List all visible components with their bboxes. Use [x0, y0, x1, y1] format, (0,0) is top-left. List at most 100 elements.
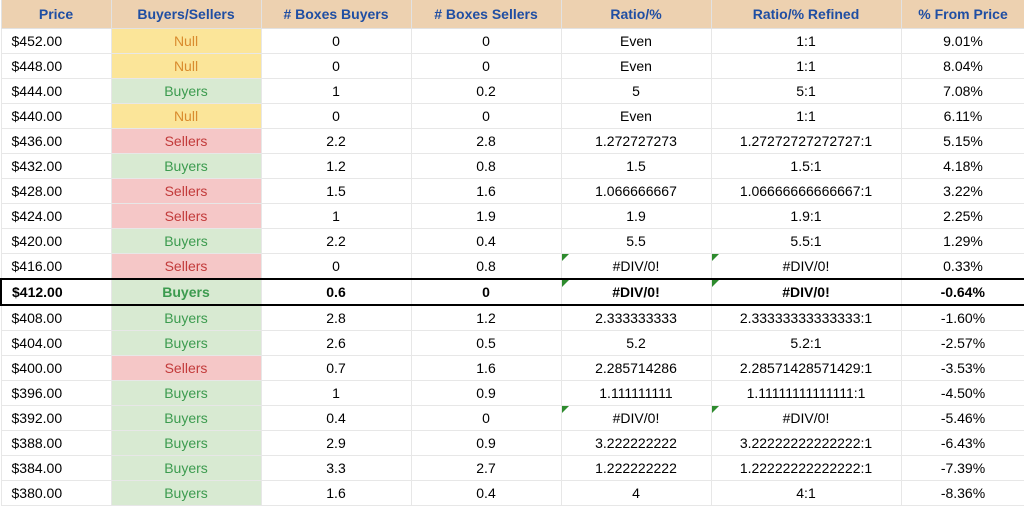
cell-boxes-sellers[interactable]: 1.2 — [411, 305, 561, 331]
cell-ratio-refined[interactable]: 4:1 — [711, 481, 901, 506]
cell-boxes-sellers[interactable]: 0 — [411, 406, 561, 431]
cell-buyers-sellers[interactable]: Sellers — [111, 254, 261, 280]
cell-buyers-sellers[interactable]: Buyers — [111, 229, 261, 254]
cell-boxes-sellers[interactable]: 0 — [411, 279, 561, 305]
cell-price[interactable]: $416.00 — [1, 254, 111, 280]
table-row[interactable]: $412.00Buyers0.60#DIV/0!#DIV/0!-0.64% — [1, 279, 1024, 305]
cell-boxes-sellers[interactable]: 1.6 — [411, 356, 561, 381]
cell-boxes-buyers[interactable]: 0 — [261, 254, 411, 280]
cell-boxes-buyers[interactable]: 1 — [261, 204, 411, 229]
cell-buyers-sellers[interactable]: Buyers — [111, 79, 261, 104]
cell-pct-from-price[interactable]: -2.57% — [901, 331, 1024, 356]
cell-boxes-sellers[interactable]: 0.9 — [411, 431, 561, 456]
cell-ratio-refined[interactable]: 5.5:1 — [711, 229, 901, 254]
cell-pct-from-price[interactable]: 4.18% — [901, 154, 1024, 179]
cell-buyers-sellers[interactable]: Buyers — [111, 431, 261, 456]
cell-buyers-sellers[interactable]: Null — [111, 54, 261, 79]
cell-ratio-refined[interactable]: #DIV/0! — [711, 279, 901, 305]
cell-ratio-refined[interactable]: 1.27272727272727:1 — [711, 129, 901, 154]
cell-price[interactable]: $408.00 — [1, 305, 111, 331]
cell-ratio-refined[interactable]: 5:1 — [711, 79, 901, 104]
cell-boxes-buyers[interactable]: 0.7 — [261, 356, 411, 381]
cell-boxes-sellers[interactable]: 0 — [411, 29, 561, 54]
table-row[interactable]: $436.00Sellers2.22.81.2727272731.2727272… — [1, 129, 1024, 154]
cell-price[interactable]: $380.00 — [1, 481, 111, 506]
cell-buyers-sellers[interactable]: Buyers — [111, 381, 261, 406]
cell-boxes-buyers[interactable]: 1.6 — [261, 481, 411, 506]
table-row[interactable]: $440.00Null00Even1:16.11% — [1, 104, 1024, 129]
cell-boxes-buyers[interactable]: 1.5 — [261, 179, 411, 204]
col-header-pct-from-price[interactable]: % From Price — [901, 0, 1024, 29]
cell-boxes-sellers[interactable]: 0.4 — [411, 229, 561, 254]
table-row[interactable]: $380.00Buyers1.60.444:1-8.36% — [1, 481, 1024, 506]
cell-pct-from-price[interactable]: -0.64% — [901, 279, 1024, 305]
cell-boxes-buyers[interactable]: 2.2 — [261, 129, 411, 154]
cell-price[interactable]: $412.00 — [1, 279, 111, 305]
cell-ratio[interactable]: 4 — [561, 481, 711, 506]
cell-price[interactable]: $440.00 — [1, 104, 111, 129]
cell-boxes-buyers[interactable]: 1 — [261, 79, 411, 104]
cell-boxes-buyers[interactable]: 0 — [261, 54, 411, 79]
cell-buyers-sellers[interactable]: Sellers — [111, 179, 261, 204]
cell-price[interactable]: $384.00 — [1, 456, 111, 481]
cell-ratio-refined[interactable]: 1:1 — [711, 104, 901, 129]
cell-buyers-sellers[interactable]: Sellers — [111, 129, 261, 154]
cell-boxes-buyers[interactable]: 1.2 — [261, 154, 411, 179]
cell-price[interactable]: $396.00 — [1, 381, 111, 406]
cell-buyers-sellers[interactable]: Buyers — [111, 154, 261, 179]
table-row[interactable]: $432.00Buyers1.20.81.51.5:14.18% — [1, 154, 1024, 179]
cell-ratio[interactable]: Even — [561, 104, 711, 129]
cell-price[interactable]: $392.00 — [1, 406, 111, 431]
cell-ratio[interactable]: #DIV/0! — [561, 279, 711, 305]
cell-price[interactable]: $388.00 — [1, 431, 111, 456]
cell-ratio-refined[interactable]: #DIV/0! — [711, 406, 901, 431]
col-header-boxes-sellers[interactable]: # Boxes Sellers — [411, 0, 561, 29]
col-header-buyers-sellers[interactable]: Buyers/Sellers — [111, 0, 261, 29]
table-row[interactable]: $424.00Sellers11.91.91.9:12.25% — [1, 204, 1024, 229]
cell-pct-from-price[interactable]: 8.04% — [901, 54, 1024, 79]
cell-boxes-sellers[interactable]: 0.9 — [411, 381, 561, 406]
cell-buyers-sellers[interactable]: Buyers — [111, 406, 261, 431]
cell-price[interactable]: $444.00 — [1, 79, 111, 104]
cell-buyers-sellers[interactable]: Sellers — [111, 356, 261, 381]
cell-pct-from-price[interactable]: 3.22% — [901, 179, 1024, 204]
cell-price[interactable]: $432.00 — [1, 154, 111, 179]
cell-price[interactable]: $436.00 — [1, 129, 111, 154]
cell-pct-from-price[interactable]: -7.39% — [901, 456, 1024, 481]
cell-boxes-sellers[interactable]: 0.5 — [411, 331, 561, 356]
table-row[interactable]: $404.00Buyers2.60.55.25.2:1-2.57% — [1, 331, 1024, 356]
table-row[interactable]: $444.00Buyers10.255:17.08% — [1, 79, 1024, 104]
cell-buyers-sellers[interactable]: Sellers — [111, 204, 261, 229]
cell-ratio[interactable]: 1.9 — [561, 204, 711, 229]
table-row[interactable]: $400.00Sellers0.71.62.2857142862.2857142… — [1, 356, 1024, 381]
cell-ratio[interactable]: #DIV/0! — [561, 254, 711, 280]
col-header-ratio-refined[interactable]: Ratio/% Refined — [711, 0, 901, 29]
cell-ratio-refined[interactable]: 1.11111111111111:1 — [711, 381, 901, 406]
col-header-boxes-buyers[interactable]: # Boxes Buyers — [261, 0, 411, 29]
cell-boxes-sellers[interactable]: 1.9 — [411, 204, 561, 229]
cell-ratio-refined[interactable]: 1.9:1 — [711, 204, 901, 229]
table-row[interactable]: $384.00Buyers3.32.71.2222222221.22222222… — [1, 456, 1024, 481]
cell-buyers-sellers[interactable]: Buyers — [111, 331, 261, 356]
cell-boxes-buyers[interactable]: 2.8 — [261, 305, 411, 331]
cell-boxes-buyers[interactable]: 2.6 — [261, 331, 411, 356]
cell-pct-from-price[interactable]: -3.53% — [901, 356, 1024, 381]
cell-pct-from-price[interactable]: 9.01% — [901, 29, 1024, 54]
cell-price[interactable]: $400.00 — [1, 356, 111, 381]
cell-pct-from-price[interactable]: 5.15% — [901, 129, 1024, 154]
table-row[interactable]: $448.00Null00Even1:18.04% — [1, 54, 1024, 79]
table-row[interactable]: $408.00Buyers2.81.22.3333333332.33333333… — [1, 305, 1024, 331]
cell-price[interactable]: $452.00 — [1, 29, 111, 54]
cell-ratio[interactable]: 1.272727273 — [561, 129, 711, 154]
table-row[interactable]: $392.00Buyers0.40#DIV/0!#DIV/0!-5.46% — [1, 406, 1024, 431]
cell-boxes-buyers[interactable]: 0.4 — [261, 406, 411, 431]
table-row[interactable]: $396.00Buyers10.91.1111111111.1111111111… — [1, 381, 1024, 406]
cell-boxes-sellers[interactable]: 2.7 — [411, 456, 561, 481]
table-row[interactable]: $428.00Sellers1.51.61.0666666671.0666666… — [1, 179, 1024, 204]
table-row[interactable]: $452.00Null00Even1:19.01% — [1, 29, 1024, 54]
cell-pct-from-price[interactable]: 1.29% — [901, 229, 1024, 254]
cell-ratio-refined[interactable]: #DIV/0! — [711, 254, 901, 280]
cell-price[interactable]: $448.00 — [1, 54, 111, 79]
cell-pct-from-price[interactable]: 0.33% — [901, 254, 1024, 280]
cell-boxes-buyers[interactable]: 0 — [261, 29, 411, 54]
